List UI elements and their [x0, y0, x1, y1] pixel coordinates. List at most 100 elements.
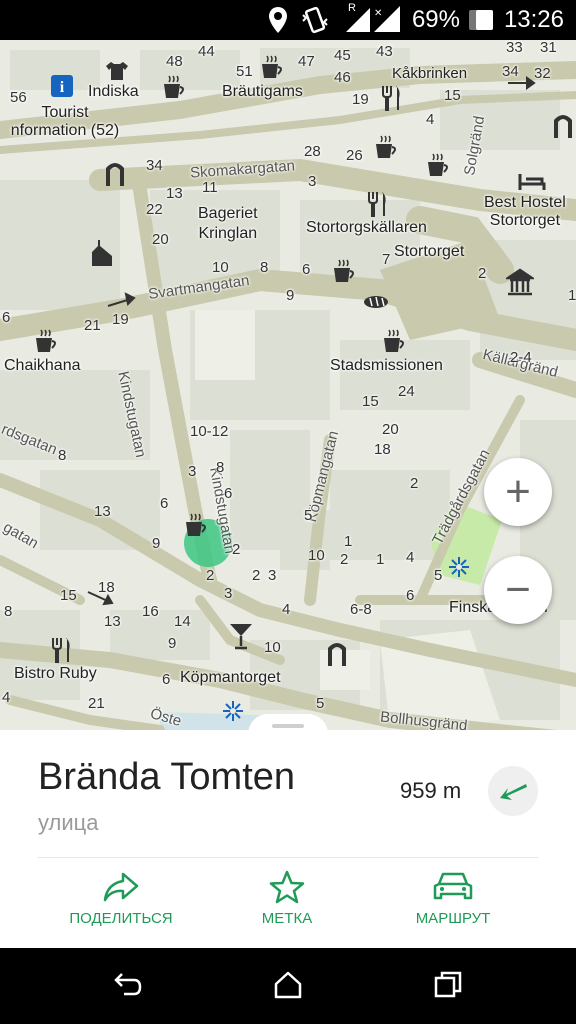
house-number: 8: [4, 603, 13, 620]
house-number: 4: [2, 689, 11, 706]
battery-percent: 69%: [411, 6, 460, 33]
poi-label-best-hostel[interactable]: Best Hostel Stortorget: [484, 194, 566, 230]
house-number: 13: [104, 613, 121, 630]
house-number: 34: [502, 63, 519, 80]
house-number: 6: [224, 485, 233, 502]
house-number: 43: [376, 43, 393, 60]
cafe-icon[interactable]: [160, 74, 188, 102]
house-number: 4: [406, 549, 415, 566]
cafe-icon[interactable]: [330, 258, 358, 286]
house-number: 14: [174, 613, 191, 630]
cafe-icon[interactable]: [258, 54, 286, 82]
house-number: 3: [224, 585, 233, 602]
house-number: 19: [112, 311, 129, 328]
house-number: 7: [382, 251, 391, 268]
house-number: 3: [308, 173, 317, 190]
location-icon: [269, 7, 287, 33]
house-number: 1: [568, 287, 576, 304]
clock: 13:26: [503, 6, 564, 33]
route-button[interactable]: МАРШРУТ: [378, 870, 528, 927]
cafe-icon[interactable]: [182, 512, 210, 540]
gate-icon[interactable]: [552, 112, 574, 138]
house-number: 18: [98, 579, 115, 596]
poi-label-chaikhana[interactable]: Chaikhana: [4, 358, 81, 374]
house-number: 4: [426, 111, 435, 128]
house-number: 9: [152, 535, 161, 552]
hostel-icon[interactable]: [518, 172, 546, 192]
house-number: 15: [362, 393, 379, 410]
house-number: 8: [58, 447, 67, 464]
restaurant-icon[interactable]: [50, 636, 72, 664]
house-number: 6: [160, 495, 169, 512]
arrow-icon: [500, 784, 527, 800]
house-number: 45: [334, 47, 351, 64]
direction-indicator[interactable]: [488, 766, 538, 816]
house-number: 13: [166, 185, 183, 202]
house-number: 1: [376, 551, 385, 568]
house-number: 31: [540, 40, 557, 56]
house-number: 18: [374, 441, 391, 458]
restaurant-icon[interactable]: [380, 84, 402, 112]
vibrate-icon: [302, 6, 328, 34]
gate-icon[interactable]: [326, 640, 348, 666]
zoom-out-button[interactable]: −: [484, 556, 552, 624]
house-number: 6-8: [350, 601, 372, 618]
cafe-icon[interactable]: [372, 134, 400, 162]
cafe-icon[interactable]: [32, 328, 60, 356]
house-number: 19: [352, 91, 369, 108]
house-number: 26: [346, 147, 363, 164]
svg-text:i: i: [60, 79, 65, 96]
sheet-divider: [38, 857, 538, 858]
church-icon[interactable]: [90, 240, 114, 266]
house-number: 46: [334, 69, 351, 86]
house-number: 21: [88, 695, 105, 712]
restaurant-icon[interactable]: [366, 190, 388, 218]
house-number: 33: [506, 40, 523, 56]
map-base: [0, 48, 576, 750]
star-icon: [269, 870, 305, 904]
bakery-icon[interactable]: [362, 294, 390, 310]
recent-apps-icon[interactable]: [432, 970, 464, 1000]
bar-icon[interactable]: [228, 622, 254, 650]
place-type: улица: [38, 810, 99, 835]
cafe-icon[interactable]: [380, 328, 408, 356]
poi-label-bageriet-kringlan[interactable]: Bageriet Kringlan: [198, 204, 258, 244]
share-button[interactable]: ПОДЕЛИТЬСЯ: [46, 870, 196, 927]
info-icon[interactable]: i: [50, 74, 74, 98]
place-of-worship-icon[interactable]: [222, 700, 244, 722]
home-icon[interactable]: [272, 970, 304, 1000]
house-number: 5: [304, 507, 313, 524]
share-icon: [103, 872, 139, 902]
museum-icon[interactable]: [506, 268, 534, 296]
battery-icon: [469, 10, 493, 30]
poi-label-stadsmissionen[interactable]: Stadsmissionen: [330, 358, 443, 374]
house-number: 4: [282, 601, 291, 618]
cafe-icon[interactable]: [424, 152, 452, 180]
bookmark-button[interactable]: МЕТКА: [212, 870, 362, 927]
poi-label-indiska[interactable]: Indiska: [88, 84, 139, 100]
house-number: 16: [142, 603, 159, 620]
zoom-in-button[interactable]: +: [484, 458, 552, 526]
poi-label-bistro-ruby[interactable]: Bistro Ruby: [14, 666, 97, 682]
house-number: 6: [302, 261, 311, 278]
place-of-worship-icon[interactable]: [448, 556, 470, 578]
house-number: 28: [304, 143, 321, 160]
gate-icon[interactable]: [104, 160, 126, 186]
house-number: 6: [2, 309, 11, 326]
house-number: 2: [232, 541, 241, 558]
poi-label-stortorgskallaren[interactable]: Stortorgskällaren: [306, 220, 427, 236]
poi-label-brautigams[interactable]: Bräutigams: [222, 84, 303, 100]
back-icon[interactable]: [112, 970, 144, 1000]
house-number: 10: [212, 259, 229, 276]
map-view[interactable]: i Tourist nformation (52) Indiska Bräuti…: [0, 40, 576, 750]
house-number: 10: [308, 547, 325, 564]
poi-label-tourist-info[interactable]: Tourist nformation (52): [2, 104, 128, 140]
bookmark-label: МЕТКА: [261, 910, 313, 927]
house-number: 5: [316, 695, 325, 712]
house-number: 44: [198, 43, 215, 60]
house-number: 2: [252, 567, 261, 584]
clothes-shop-icon[interactable]: [104, 60, 130, 82]
house-number: 8: [216, 459, 225, 476]
drag-handle[interactable]: [272, 724, 304, 728]
house-number: 10: [264, 639, 281, 656]
